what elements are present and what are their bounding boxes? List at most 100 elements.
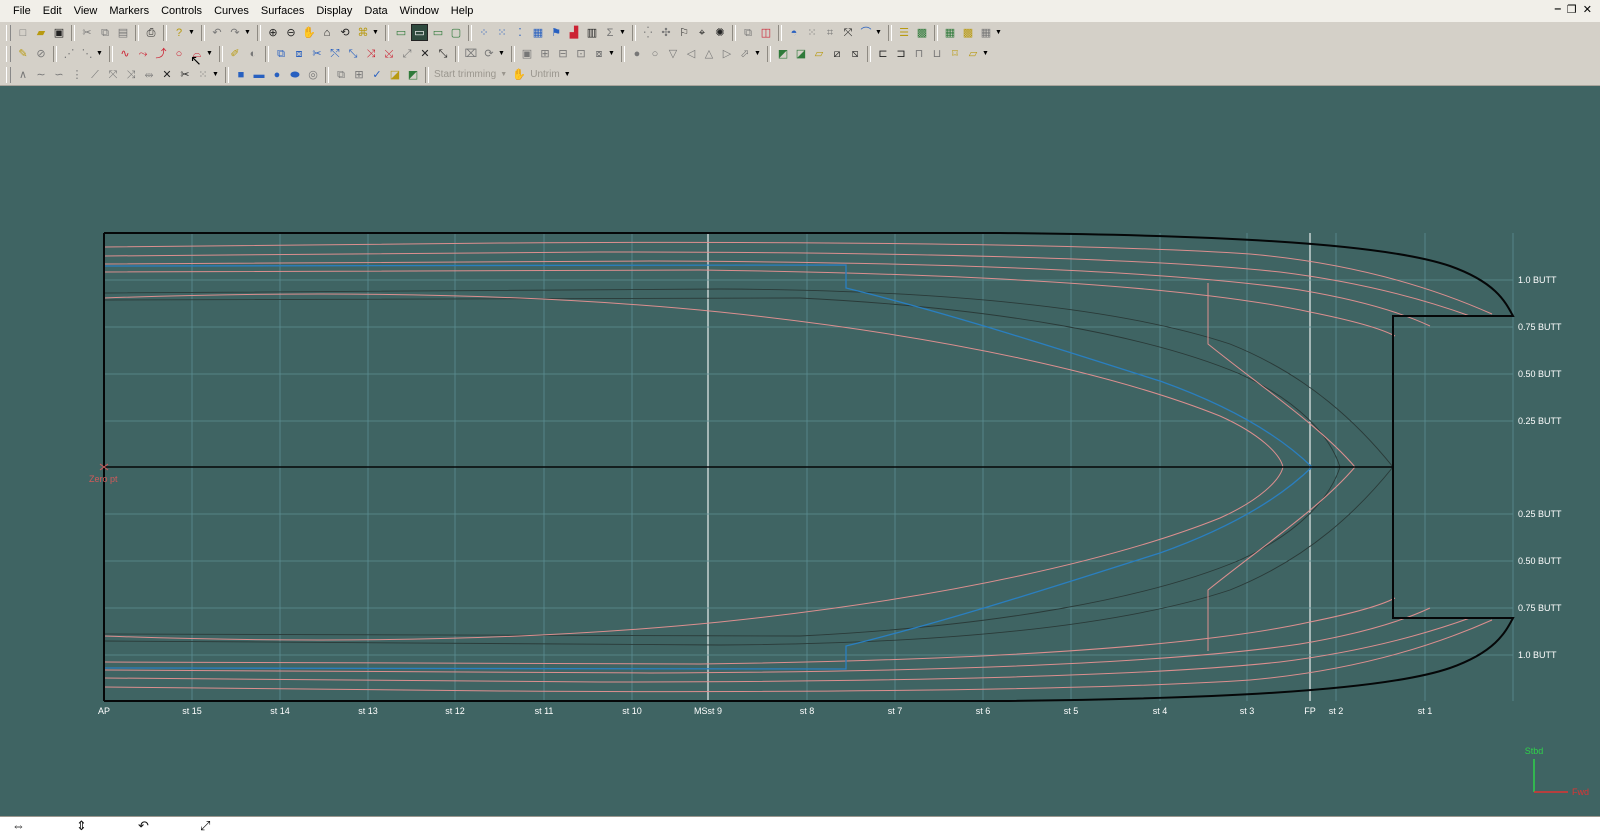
grid-settings-icon[interactable]: ▩: [960, 25, 976, 41]
drawing-canvas[interactable]: Zero pt AP st 15 st 14 st 13 st 12 st 11 st 10 M…: [0, 86, 1600, 816]
align-icon[interactable]: ⊟: [555, 46, 571, 62]
untrim-icon[interactable]: ✋: [511, 67, 527, 83]
wedge-icon[interactable]: ◁: [683, 46, 699, 62]
order-dropdown-icon[interactable]: ▼: [608, 50, 616, 57]
select-surfaces-icon[interactable]: ▦: [530, 25, 546, 41]
minimize-button[interactable]: ‒: [1555, 3, 1561, 16]
join-icon[interactable]: ⤲: [327, 46, 343, 62]
circle-tool-icon[interactable]: ○: [171, 46, 187, 62]
transform-icon[interactable]: ⌧: [463, 46, 479, 62]
twist-icon[interactable]: ⤩: [381, 46, 397, 62]
select-points-icon[interactable]: ⁘: [476, 25, 492, 41]
measure-icon[interactable]: ⌖: [694, 25, 710, 41]
rotate-view-icon[interactable]: ⟲: [337, 25, 353, 41]
arc-dropdown-icon[interactable]: ▼: [206, 50, 214, 57]
toolbar-grip[interactable]: [6, 45, 11, 62]
ring-icon[interactable]: ○: [647, 46, 663, 62]
menu-window[interactable]: Window: [394, 0, 445, 22]
pyramid-icon[interactable]: △: [701, 46, 717, 62]
calc-dropdown-icon[interactable]: ▼: [619, 29, 627, 36]
extrude-dropdown-icon[interactable]: ▼: [754, 50, 762, 57]
rotate-icon[interactable]: ↶: [138, 817, 149, 834]
solid-box-icon[interactable]: ■: [233, 67, 249, 83]
help-dropdown-icon[interactable]: ▼: [188, 29, 196, 36]
shade-icon[interactable]: ◓: [786, 25, 802, 41]
solid-cylinder-icon[interactable]: ▬: [251, 67, 267, 83]
untrim-dropdown-icon[interactable]: ▼: [564, 71, 572, 78]
view-perspective-icon[interactable]: ▢: [448, 25, 464, 41]
plan-view[interactable]: Zero pt AP st 15 st 14 st 13 st 12 st 11 st 10 M…: [0, 86, 1600, 816]
prism-icon[interactable]: ▷: [719, 46, 735, 62]
print-icon[interactable]: ⎙: [143, 25, 159, 41]
open-folder-icon[interactable]: ▰: [33, 25, 49, 41]
pan-horizontal-icon[interactable]: ⇔: [12, 817, 25, 834]
copy-layer-icon[interactable]: ⧉: [740, 25, 756, 41]
trim-apply-icon[interactable]: ◩: [405, 67, 421, 83]
fit-curve-icon[interactable]: ∽: [51, 67, 67, 83]
untrim-button[interactable]: Untrim: [530, 69, 559, 80]
zoom-out-icon[interactable]: ⊖: [283, 25, 299, 41]
split-icon[interactable]: ✂: [309, 46, 325, 62]
trim-surface-icon[interactable]: ◪: [387, 67, 403, 83]
flag-icon[interactable]: ⚐: [676, 25, 692, 41]
table-icon[interactable]: ▥: [584, 25, 600, 41]
plate-2-icon[interactable]: ⊐: [893, 46, 909, 62]
brush-icon[interactable]: ✐: [227, 46, 243, 62]
view-profile-icon[interactable]: ▭: [411, 24, 428, 41]
solid-disk-icon[interactable]: ⬬: [287, 67, 303, 83]
menu-edit[interactable]: Edit: [37, 0, 68, 22]
menu-file[interactable]: File: [7, 0, 37, 22]
select-curves-icon[interactable]: ⁚: [512, 25, 528, 41]
select-edges-icon[interactable]: ⁙: [494, 25, 510, 41]
plate-5-icon[interactable]: ⌑: [947, 46, 963, 62]
menu-surfaces[interactable]: Surfaces: [255, 0, 310, 22]
surface-5-icon[interactable]: ⧅: [847, 46, 863, 62]
rotate-object-icon[interactable]: ⟳: [481, 46, 497, 62]
snap-icon[interactable]: ⊘: [33, 46, 49, 62]
order-icon[interactable]: ⧇: [591, 46, 607, 62]
ungroup-icon[interactable]: ⊞: [537, 46, 553, 62]
duplicate-icon[interactable]: ⧉: [273, 46, 289, 62]
menu-markers[interactable]: Markers: [103, 0, 155, 22]
mirror-icon[interactable]: ⧈: [291, 46, 307, 62]
restore-button[interactable]: ❐: [1567, 3, 1577, 16]
point-cloud-icon[interactable]: ⁙: [804, 25, 820, 41]
expand-icon[interactable]: ⤢: [200, 817, 210, 834]
magnet-icon[interactable]: ◐: [245, 46, 261, 62]
compare-icon[interactable]: ⤧: [840, 25, 856, 41]
vertical-line-icon[interactable]: ⋮: [69, 67, 85, 83]
plate-4-icon[interactable]: ⊔: [929, 46, 945, 62]
sphere-icon[interactable]: ●: [629, 46, 645, 62]
copy-icon[interactable]: ⧉: [97, 25, 113, 41]
extend-icon[interactable]: ⤡: [345, 46, 361, 62]
layers-icon[interactable]: ◫: [758, 25, 774, 41]
offset-icon[interactable]: ⤢: [399, 46, 415, 62]
spline-icon[interactable]: ∼: [33, 67, 49, 83]
add-point-icon[interactable]: ⋰: [61, 46, 77, 62]
curve-tool-1-icon[interactable]: ∿: [117, 46, 133, 62]
plate-1-icon[interactable]: ⊏: [875, 46, 891, 62]
menu-display[interactable]: Display: [310, 0, 358, 22]
chain-icon[interactable]: ⥈: [141, 67, 157, 83]
grid-icon[interactable]: ▦: [942, 25, 958, 41]
plate-dropdown-icon[interactable]: ▼: [982, 50, 990, 57]
plate-3-icon[interactable]: ⊓: [911, 46, 927, 62]
snap-grid-icon[interactable]: ⁛: [640, 25, 656, 41]
insert-point-icon[interactable]: ⋱: [79, 46, 95, 62]
redo-icon[interactable]: ↷: [227, 25, 243, 41]
chart-icon[interactable]: ▟: [566, 25, 582, 41]
distribute-icon[interactable]: ⊡: [573, 46, 589, 62]
extrude-icon[interactable]: ⬀: [737, 46, 753, 62]
redo-dropdown-icon[interactable]: ▼: [244, 29, 252, 36]
curvature-icon[interactable]: ⌒: [858, 25, 874, 41]
rotate-object-dropdown-icon[interactable]: ▼: [498, 50, 506, 57]
snap-point-icon[interactable]: ✣: [658, 25, 674, 41]
node-icon[interactable]: ⤨: [123, 67, 139, 83]
home-view-icon[interactable]: ⌂: [319, 25, 335, 41]
select-flags-icon[interactable]: ⚑: [548, 25, 564, 41]
pencil-icon[interactable]: ✎: [15, 46, 31, 62]
surface-1-icon[interactable]: ◩: [775, 46, 791, 62]
menu-view[interactable]: View: [68, 0, 104, 22]
curvature-dropdown-icon[interactable]: ▼: [875, 29, 883, 36]
new-file-icon[interactable]: □: [15, 25, 31, 41]
